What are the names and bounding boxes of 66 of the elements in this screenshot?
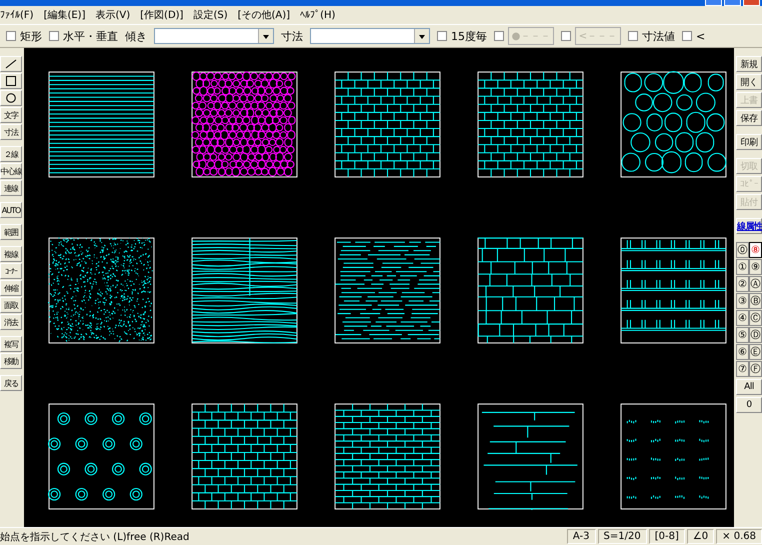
- layer-button[interactable]: Ⓐ: [749, 276, 762, 292]
- layer-button[interactable]: ④: [736, 310, 749, 326]
- checkbox[interactable]: <: [682, 30, 706, 42]
- layer-button[interactable]: ⑧: [749, 242, 762, 258]
- checkbox[interactable]: 寸法値: [628, 28, 675, 44]
- tool-button[interactable]: 面取: [0, 297, 22, 313]
- layer-button[interactable]: Ⓑ: [749, 293, 762, 309]
- layer-button[interactable]: ⓪: [736, 242, 749, 258]
- menu-item[interactable]: ﾍﾙﾌﾟ(H): [300, 9, 336, 21]
- status-cell: A-3: [566, 529, 596, 544]
- tool-button[interactable]: ２線: [0, 146, 22, 162]
- tool-button[interactable]: 開く: [736, 74, 762, 90]
- checkbox[interactable]: 水平・垂直: [49, 28, 118, 44]
- status-cell: × 0.68: [716, 529, 762, 544]
- layer-button[interactable]: Ⓓ: [749, 327, 762, 343]
- layer-button[interactable]: ⑦: [736, 361, 749, 377]
- tool-button[interactable]: ｺｰﾅｰ: [0, 263, 22, 279]
- layer-button[interactable]: Ⓒ: [749, 310, 762, 326]
- layer-button[interactable]: ③: [736, 293, 749, 309]
- rectangle-icon: [5, 76, 17, 86]
- menu-item[interactable]: [作図(D)]: [140, 8, 184, 22]
- layer-button[interactable]: ⑤: [736, 327, 749, 343]
- layer-button[interactable]: ①: [736, 259, 749, 275]
- tool-button[interactable]: 移動: [0, 353, 22, 369]
- line-tool-button[interactable]: [0, 56, 22, 72]
- tool-button[interactable]: 印刷: [736, 134, 762, 150]
- tool-button[interactable]: 複線: [0, 246, 22, 262]
- checkbox[interactable]: 矩形: [6, 28, 42, 44]
- menu-item[interactable]: 設定(S): [193, 8, 228, 22]
- menu-item[interactable]: [編集(E)]: [44, 8, 86, 22]
- menu-item[interactable]: [その他(A)]: [238, 8, 290, 22]
- circle-icon: [5, 93, 17, 103]
- status-cell: ∠0: [686, 529, 714, 544]
- layer-button[interactable]: Ⓕ: [749, 361, 762, 377]
- menu-item[interactable]: 表示(V): [96, 8, 130, 22]
- status-cell: [0-8]: [648, 529, 685, 544]
- tool-button[interactable]: 伸縮: [0, 280, 22, 296]
- tool-button[interactable]: 文字: [0, 107, 22, 123]
- tool-button[interactable]: 複写: [0, 336, 22, 352]
- tool-button[interactable]: 寸法: [0, 124, 22, 140]
- layer-button[interactable]: Ⓔ: [749, 344, 762, 360]
- layer-button[interactable]: ⑨: [749, 259, 762, 275]
- tool-button[interactable]: 新規: [736, 56, 762, 72]
- layer-button[interactable]: ②: [736, 276, 749, 292]
- line-attribute-button[interactable]: 線属性: [736, 218, 762, 234]
- field-label: 寸法: [281, 28, 303, 44]
- field-label: 傾き: [125, 28, 147, 44]
- tool-button[interactable]: 保存: [736, 110, 762, 126]
- menu-item[interactable]: ﾌｧｲﾙ(F): [0, 9, 34, 21]
- checkbox[interactable]: 15度毎: [437, 28, 487, 44]
- tool-button[interactable]: 消去: [0, 314, 22, 330]
- layer-group-button[interactable]: 0: [736, 397, 762, 413]
- dropdown-field[interactable]: [310, 28, 430, 44]
- rectangle-tool-button[interactable]: [0, 73, 22, 89]
- tool-button[interactable]: 範囲: [0, 224, 22, 240]
- status-cell: S=1/20: [598, 529, 647, 544]
- layer-button[interactable]: ⑥: [736, 344, 749, 360]
- tool-button[interactable]: 中心線: [0, 163, 22, 179]
- dropdown-field[interactable]: [154, 28, 274, 44]
- tool-button[interactable]: AUTO: [0, 202, 22, 218]
- tool-button[interactable]: 戻る: [0, 375, 22, 391]
- circle-tool-button[interactable]: [0, 90, 22, 106]
- layer-group-button[interactable]: All: [736, 379, 762, 395]
- line-icon: [5, 59, 17, 69]
- tool-button[interactable]: 連線: [0, 180, 22, 196]
- status-message: 始点を指示してください (L)free (R)Read: [0, 530, 190, 544]
